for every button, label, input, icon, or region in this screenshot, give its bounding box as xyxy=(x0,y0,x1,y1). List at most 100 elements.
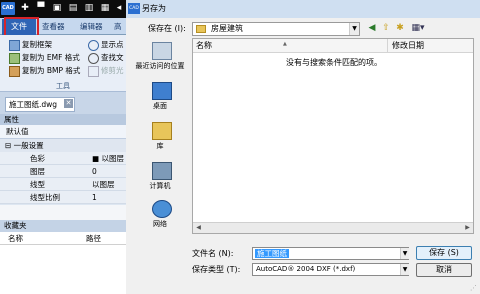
property-row[interactable]: 色彩 ■ 以图层 xyxy=(0,152,126,165)
ribbon-panel: 复制框架 复制为 EMF 格式 复制为 BMP 格式 显示点 查找文 修剪光 工… xyxy=(0,35,126,92)
close-tab-icon[interactable]: ✕ xyxy=(64,99,73,108)
trim-raster-icon xyxy=(88,65,99,77)
place-label: 桌面 xyxy=(153,102,167,110)
column-modified-header[interactable]: 修改日期 xyxy=(388,39,473,53)
place-label: 最近访问的位置 xyxy=(135,62,185,70)
properties-empty-area xyxy=(0,205,126,220)
column-name-header[interactable]: 名称 ▲ xyxy=(193,39,388,53)
copy-emf-button[interactable]: 复制为 EMF 格式 xyxy=(9,52,80,64)
back-icon[interactable]: ◀ xyxy=(366,22,378,35)
favorites-header: 收藏夹 xyxy=(0,220,126,232)
place-library[interactable]: 库 xyxy=(130,120,190,158)
properties-default-selector[interactable]: 默认值 xyxy=(0,125,126,139)
copy-emf-label: 复制为 EMF 格式 xyxy=(22,53,80,62)
show-points-button[interactable]: 显示点 xyxy=(88,39,124,51)
file-list[interactable]: 名称 ▲ 修改日期 没有与搜索条件匹配的项。 ◀ ▶ xyxy=(192,38,474,234)
properties-group-general[interactable]: ⊟ 一般设置 xyxy=(0,139,126,152)
find-text-button[interactable]: 查找文 xyxy=(88,52,124,64)
copy-bmp-label: 复制为 BMP 格式 xyxy=(22,66,81,75)
new-file-icon[interactable]: ✚ xyxy=(20,3,30,14)
tab-editor[interactable]: 编辑器 xyxy=(80,18,103,35)
collapse-icon[interactable]: ⊟ xyxy=(5,141,14,150)
sort-arrow-icon: ▲ xyxy=(283,41,287,47)
copy-emf-icon xyxy=(9,52,20,64)
favorites-col-name[interactable]: 名称 xyxy=(8,232,23,245)
filetype-label: 保存类型 (T): xyxy=(192,265,241,274)
filetype-select[interactable]: AutoCAD® 2004 DXF (*.dxf) ▼ xyxy=(252,263,409,276)
show-points-icon xyxy=(88,39,99,51)
view-menu-icon[interactable]: ▦▾ xyxy=(409,22,427,35)
place-desktop[interactable]: 桌面 xyxy=(130,80,190,118)
dialog-title: 另存为 xyxy=(142,4,166,13)
tab-viewer[interactable]: 查看器 xyxy=(42,18,65,35)
places-bar: 最近访问的位置 桌面 库 计算机 网络 xyxy=(130,38,190,234)
save-icon[interactable]: ▣ xyxy=(52,3,62,14)
new-folder-icon[interactable]: ✱ xyxy=(394,22,406,35)
column-name-label: 名称 xyxy=(196,41,212,50)
property-row[interactable]: 线型比例 1 xyxy=(0,191,126,204)
copy-bmp-icon xyxy=(9,65,20,77)
app-logo: CAD xyxy=(1,2,15,15)
property-key: 图层 xyxy=(30,167,45,176)
network-icon xyxy=(152,200,172,218)
dialog-title-bar[interactable]: 另存为 xyxy=(126,0,480,18)
place-network[interactable]: 网络 xyxy=(130,198,190,236)
document-tab-bar: 施工图纸.dwg ✕ xyxy=(0,92,126,114)
save-in-dropdown[interactable]: 房屋建筑 ▼ xyxy=(192,22,360,36)
save-button[interactable]: 保存 (S) xyxy=(416,246,472,260)
place-label: 库 xyxy=(156,142,164,150)
up-folder-icon[interactable]: ⇧ xyxy=(380,22,392,35)
place-label: 网络 xyxy=(153,220,167,228)
resize-grip-icon[interactable]: ⋰ xyxy=(470,284,480,294)
favorites-columns: 名称 路径 xyxy=(0,232,126,245)
open-folder-icon[interactable]: ▀ xyxy=(36,3,46,14)
computer-icon xyxy=(152,162,172,180)
find-text-icon xyxy=(88,52,99,64)
tab-advanced[interactable]: 高 xyxy=(114,18,122,35)
properties-group-label: 一般设置 xyxy=(13,141,44,150)
chevron-down-icon[interactable]: ▼ xyxy=(400,264,409,275)
place-recent[interactable]: 最近访问的位置 xyxy=(130,40,190,78)
desktop-icon xyxy=(152,82,172,100)
property-value: 0 xyxy=(92,167,97,176)
filetype-value: AutoCAD® 2004 DXF (*.dxf) xyxy=(256,265,356,273)
chevron-down-icon[interactable]: ▼ xyxy=(349,23,359,35)
save-in-value: 房屋建筑 xyxy=(211,24,243,33)
copy-frame-icon xyxy=(9,39,20,51)
property-value: ■ 以图层 xyxy=(92,154,124,163)
properties-header: 属性 xyxy=(0,114,126,125)
favorites-col-path[interactable]: 路径 xyxy=(86,232,101,245)
trim-raster-label: 修剪光 xyxy=(101,66,124,75)
show-points-label: 显示点 xyxy=(101,40,124,49)
chevron-down-icon[interactable]: ▼ xyxy=(400,248,409,259)
cad-app-window: CAD ✚ ▀ ▣ ▤ ▥ ▦ ◂ 文件 查看器 编辑器 高 复制框架 复制为 … xyxy=(0,0,126,294)
property-key: 线型比例 xyxy=(30,193,60,202)
save-in-label: 保存在 (I): xyxy=(148,24,186,33)
cancel-button[interactable]: 取消 xyxy=(416,263,472,277)
trim-raster-button[interactable]: 修剪光 xyxy=(88,65,124,77)
horizontal-scrollbar[interactable]: ◀ ▶ xyxy=(193,222,473,233)
preview-icon[interactable]: ▦ xyxy=(100,3,110,14)
scroll-left-icon[interactable]: ◀ xyxy=(193,223,204,233)
filename-label: 文件名 (N): xyxy=(192,249,234,258)
ribbon-group-label: 工具 xyxy=(56,82,70,90)
property-row[interactable]: 图层 0 xyxy=(0,165,126,178)
filename-value: 施工图纸 xyxy=(255,249,289,258)
favorites-list[interactable] xyxy=(0,245,126,294)
dialog-app-icon: CAD xyxy=(128,3,140,14)
quick-access-toolbar: CAD ✚ ▀ ▣ ▤ ▥ ▦ ◂ xyxy=(0,0,126,18)
copy-frame-button[interactable]: 复制框架 xyxy=(9,39,52,51)
find-text-label: 查找文 xyxy=(101,53,124,62)
folder-icon xyxy=(196,25,206,33)
back-icon[interactable]: ◂ xyxy=(114,3,124,14)
filename-input[interactable]: 施工图纸 ▼ xyxy=(252,247,409,260)
place-label: 计算机 xyxy=(149,182,171,190)
property-key: 线型 xyxy=(30,180,45,189)
print-icon[interactable]: ▥ xyxy=(84,3,94,14)
copy-bmp-button[interactable]: 复制为 BMP 格式 xyxy=(9,65,80,77)
scroll-right-icon[interactable]: ▶ xyxy=(462,223,473,233)
save-as-icon[interactable]: ▤ xyxy=(68,3,78,14)
property-row[interactable]: 线型 以图层 xyxy=(0,178,126,191)
property-value: 以图层 xyxy=(92,180,115,189)
place-computer[interactable]: 计算机 xyxy=(130,160,190,198)
